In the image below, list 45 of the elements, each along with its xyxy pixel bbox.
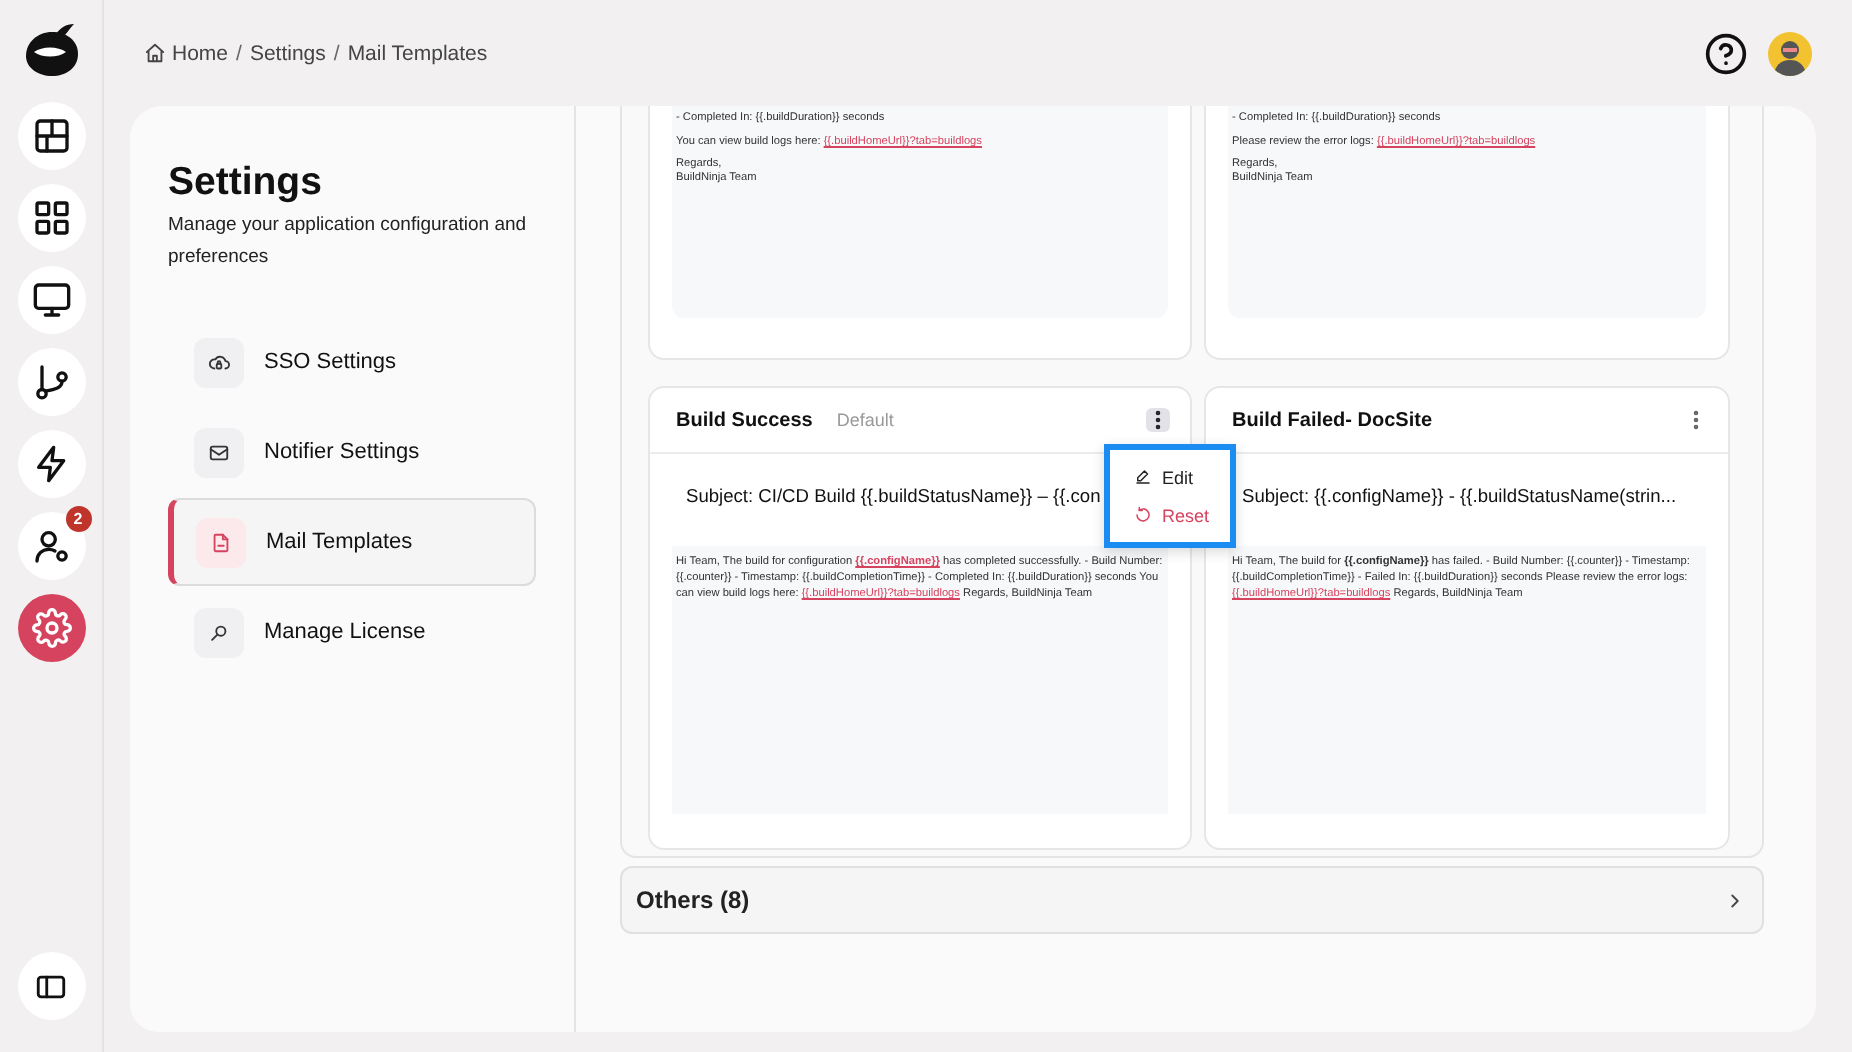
template-title: Build Failed- DocSite: [1232, 409, 1433, 431]
nav-button[interactable]: [17, 430, 85, 498]
breadcrumb-separator: /: [236, 41, 242, 65]
monitor-icon: [31, 280, 71, 320]
default-label: Default: [836, 410, 894, 430]
settings-icon: [31, 608, 71, 648]
notification-badge: 2: [65, 506, 91, 532]
settings-nav-item[interactable]: Notifier Settings: [168, 408, 536, 496]
user-gear-icon: [31, 526, 71, 566]
breadcrumb-current: Mail Templates: [347, 41, 488, 65]
breadcrumb-link[interactable]: Home: [172, 41, 229, 65]
page-description: Manage your application configuration and preferences: [168, 212, 529, 272]
menu-item[interactable]: Edit: [1110, 458, 1230, 496]
email-subject: Subject: CI/CD Build {{.buildStatusName}} – {{.con: [686, 486, 1101, 510]
ninja-logo[interactable]: [21, 20, 81, 80]
layout-icon: [31, 116, 71, 156]
cloud-lock-icon: [208, 351, 230, 373]
settings-nav-item[interactable]: Mail Templates: [168, 498, 536, 586]
more-options-button[interactable]: [1146, 408, 1170, 432]
nav-button[interactable]: [17, 266, 85, 334]
rotate-icon: [1134, 506, 1152, 524]
others-accordion[interactable]: Others (8): [620, 866, 1764, 934]
page-title: Settings: [168, 160, 324, 206]
breadcrumb-separator: /: [333, 41, 340, 65]
avatar[interactable]: [1768, 31, 1812, 75]
breadcrumb-link[interactable]: Settings: [249, 41, 326, 65]
settings-nav-item[interactable]: Manage License: [168, 588, 536, 676]
grid-icon: [31, 198, 71, 238]
email-subject: Subject: {{.configName}} - {{.buildStatusName(strin...: [1242, 486, 1677, 510]
sidebar-toggle-button[interactable]: [17, 952, 85, 1020]
nav-button[interactable]: [17, 102, 85, 170]
settings-nav-item[interactable]: SSO Settings: [168, 318, 536, 406]
file-icon: [210, 531, 232, 553]
mail-icon: [208, 441, 230, 463]
pencil-icon: [1134, 468, 1152, 486]
template-title: Build Success: [676, 409, 813, 431]
help-icon[interactable]: [1704, 31, 1748, 75]
magnifier-icon: [208, 621, 230, 643]
home-icon: [144, 42, 166, 64]
nav-button[interactable]: [17, 348, 85, 416]
lightning-icon: [31, 444, 71, 484]
git-branch-icon: [31, 362, 71, 402]
menu-item[interactable]: Reset: [1110, 496, 1230, 534]
nav-button[interactable]: [17, 184, 85, 252]
nav-button[interactable]: 2: [17, 512, 85, 580]
